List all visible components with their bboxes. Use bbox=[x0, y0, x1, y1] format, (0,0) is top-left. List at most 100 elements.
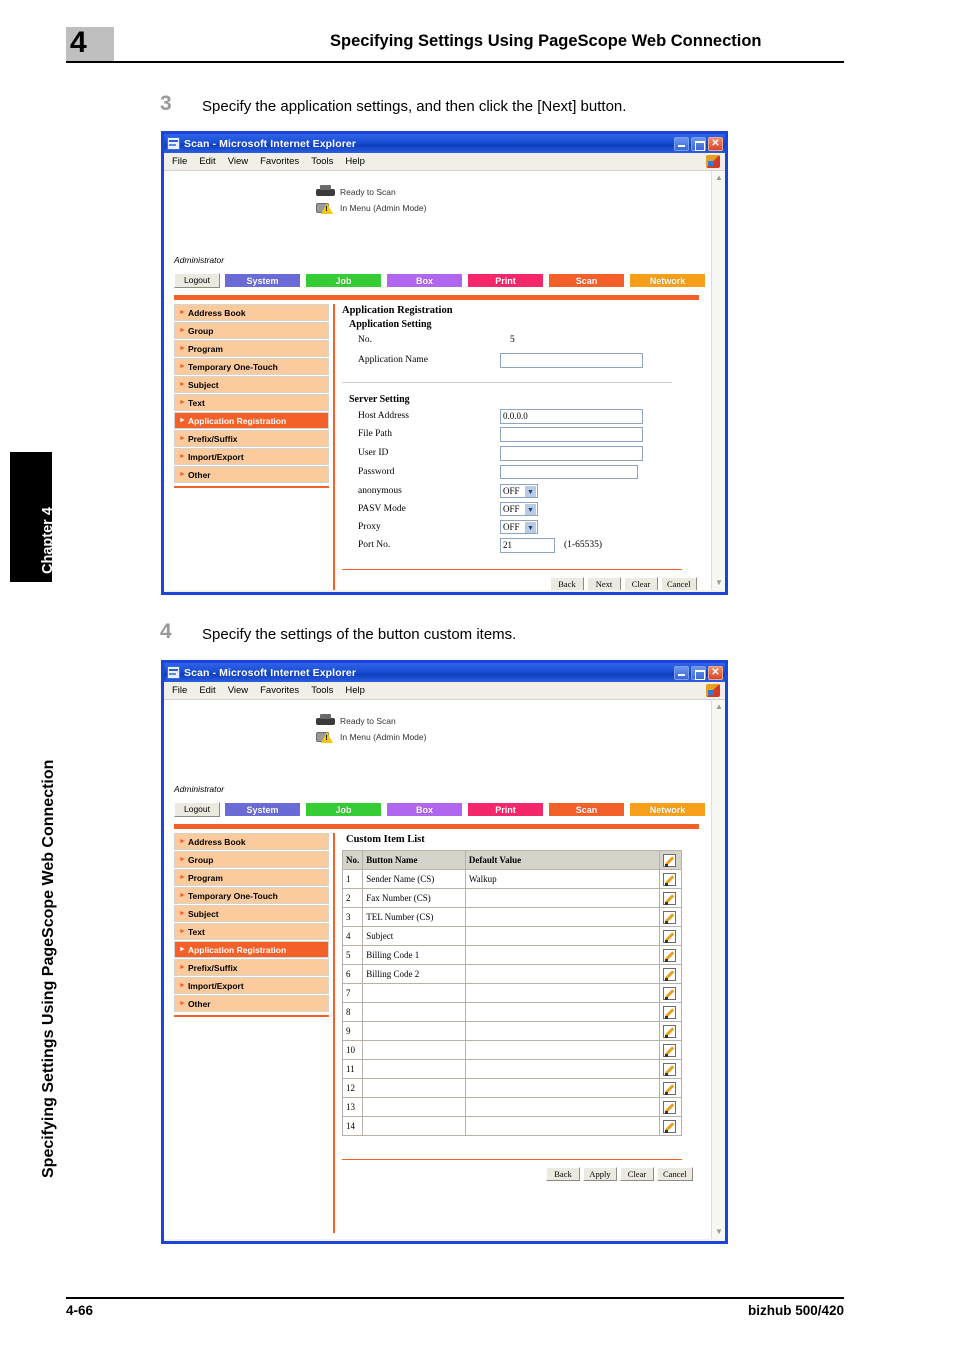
host-address-input[interactable]: 0.0.0.0 bbox=[500, 409, 643, 424]
chevron-down-icon[interactable]: ▼ bbox=[525, 522, 536, 533]
sidebar-item-temporary-one-touch[interactable]: ► Temporary One-Touch bbox=[174, 887, 329, 904]
pencil-icon[interactable] bbox=[663, 1062, 677, 1076]
tab-box[interactable]: Box bbox=[386, 273, 463, 288]
sidebar-item-application-registration[interactable]: ► Application Registration bbox=[174, 941, 329, 958]
sidebar-item-subject[interactable]: ► Subject bbox=[174, 905, 329, 922]
tab-job[interactable]: Job bbox=[305, 273, 382, 288]
menu-favorites[interactable]: Favorites bbox=[260, 156, 299, 167]
cell-edit[interactable] bbox=[659, 907, 682, 927]
minimize-button[interactable] bbox=[674, 136, 689, 151]
maximize-button[interactable] bbox=[691, 136, 706, 151]
sidebar-item-prefix-suffix[interactable]: ► Prefix/Suffix bbox=[174, 959, 329, 976]
chevron-down-icon[interactable]: ▼ bbox=[525, 504, 536, 515]
sidebar-item-group[interactable]: ► Group bbox=[174, 322, 329, 339]
tab-scan[interactable]: Scan bbox=[548, 802, 625, 817]
port-no-input[interactable]: 21 bbox=[500, 538, 555, 553]
menu-help[interactable]: Help bbox=[345, 156, 365, 167]
tab-network[interactable]: Network bbox=[629, 802, 706, 817]
back-button[interactable]: Back bbox=[550, 577, 584, 590]
pencil-icon[interactable] bbox=[663, 967, 677, 981]
back-button[interactable]: Back bbox=[546, 1167, 580, 1181]
maximize-button[interactable] bbox=[691, 665, 706, 680]
menu-help[interactable]: Help bbox=[345, 685, 365, 696]
menu-tools[interactable]: Tools bbox=[311, 685, 333, 696]
password-input[interactable] bbox=[500, 465, 638, 479]
sidebar-item-address-book[interactable]: ► Address Book bbox=[174, 833, 329, 850]
cell-edit[interactable] bbox=[659, 945, 682, 965]
tab-system[interactable]: System bbox=[224, 273, 301, 288]
sidebar-item-other[interactable]: ► Other bbox=[174, 466, 329, 483]
vertical-scrollbar[interactable]: ▲ ▼ bbox=[711, 700, 725, 1239]
menu-view[interactable]: View bbox=[228, 156, 248, 167]
user-id-input[interactable] bbox=[500, 446, 643, 461]
chevron-down-icon[interactable]: ▼ bbox=[525, 486, 536, 497]
window-titlebar[interactable]: Scan - Microsoft Internet Explorer ✕ bbox=[164, 134, 725, 153]
pencil-icon[interactable] bbox=[663, 1043, 677, 1057]
pencil-icon[interactable] bbox=[663, 1100, 677, 1114]
sidebar-item-prefix-suffix[interactable]: ► Prefix/Suffix bbox=[174, 430, 329, 447]
left-menu[interactable]: ► Address Book ► Group ► Program ► Temporary… bbox=[174, 833, 329, 1017]
cell-edit[interactable] bbox=[659, 1078, 682, 1098]
vertical-scrollbar[interactable]: ▲ ▼ bbox=[711, 171, 725, 590]
cell-edit[interactable] bbox=[659, 1097, 682, 1117]
menu-bar[interactable]: File Edit View Favorites Tools Help bbox=[164, 682, 725, 700]
menu-view[interactable]: View bbox=[228, 685, 248, 696]
form-buttons[interactable]: Back Apply Clear Cancel bbox=[546, 1167, 693, 1181]
tab-job[interactable]: Job bbox=[305, 802, 382, 817]
cell-edit[interactable] bbox=[659, 1059, 682, 1079]
pencil-icon[interactable] bbox=[663, 872, 677, 886]
cell-edit[interactable] bbox=[659, 869, 682, 889]
pencil-icon[interactable] bbox=[663, 948, 677, 962]
cell-edit[interactable] bbox=[659, 926, 682, 946]
pencil-icon[interactable] bbox=[663, 986, 677, 1000]
pasv-mode-select[interactable]: OFF ▼ bbox=[500, 502, 538, 516]
browser-window-application-registration[interactable]: Scan - Microsoft Internet Explorer ✕ Fil… bbox=[161, 131, 728, 595]
scroll-up-icon[interactable]: ▲ bbox=[713, 172, 725, 184]
proxy-select[interactable]: OFF ▼ bbox=[500, 520, 538, 534]
cell-edit[interactable] bbox=[659, 983, 682, 1003]
cancel-button[interactable]: Cancel bbox=[661, 577, 697, 590]
sidebar-item-import-export[interactable]: ► Import/Export bbox=[174, 977, 329, 994]
menu-tools[interactable]: Tools bbox=[311, 156, 333, 167]
menu-edit[interactable]: Edit bbox=[199, 156, 215, 167]
tab-network[interactable]: Network bbox=[629, 273, 706, 288]
sidebar-item-group[interactable]: ► Group bbox=[174, 851, 329, 868]
apply-button[interactable]: Apply bbox=[583, 1167, 617, 1181]
pencil-icon[interactable] bbox=[663, 1024, 677, 1038]
menu-favorites[interactable]: Favorites bbox=[260, 685, 299, 696]
pencil-icon[interactable] bbox=[663, 891, 677, 905]
minimize-button[interactable] bbox=[674, 665, 689, 680]
cell-edit[interactable] bbox=[659, 1040, 682, 1060]
sidebar-item-program[interactable]: ► Program bbox=[174, 340, 329, 357]
window-titlebar[interactable]: Scan - Microsoft Internet Explorer ✕ bbox=[164, 663, 725, 682]
cell-edit[interactable] bbox=[659, 1116, 682, 1136]
menu-file[interactable]: File bbox=[172, 156, 187, 167]
pencil-icon[interactable] bbox=[663, 1005, 677, 1019]
pencil-icon[interactable] bbox=[663, 1119, 677, 1133]
sidebar-item-text[interactable]: ► Text bbox=[174, 923, 329, 940]
sidebar-item-temporary-one-touch[interactable]: ► Temporary One-Touch bbox=[174, 358, 329, 375]
tab-box[interactable]: Box bbox=[386, 802, 463, 817]
form-buttons[interactable]: Back Next Clear Cancel bbox=[550, 577, 697, 590]
sidebar-item-application-registration[interactable]: ► Application Registration bbox=[174, 412, 329, 429]
sidebar-item-subject[interactable]: ► Subject bbox=[174, 376, 329, 393]
sidebar-item-program[interactable]: ► Program bbox=[174, 869, 329, 886]
window-controls[interactable]: ✕ bbox=[674, 136, 723, 151]
cell-edit[interactable] bbox=[659, 1002, 682, 1022]
application-name-input[interactable] bbox=[500, 353, 643, 368]
cell-edit[interactable] bbox=[659, 964, 682, 984]
window-controls[interactable]: ✕ bbox=[674, 665, 723, 680]
pencil-icon[interactable] bbox=[663, 929, 677, 943]
tab-print[interactable]: Print bbox=[467, 273, 544, 288]
logout-button[interactable]: Logout bbox=[174, 802, 220, 817]
cell-edit[interactable] bbox=[659, 1021, 682, 1041]
nav-bar[interactable]: Logout System Job Box Print Scan Network bbox=[174, 802, 706, 817]
pencil-icon[interactable] bbox=[663, 910, 677, 924]
next-button[interactable]: Next bbox=[587, 577, 621, 590]
tab-print[interactable]: Print bbox=[467, 802, 544, 817]
logout-button[interactable]: Logout bbox=[174, 273, 220, 288]
cell-edit[interactable] bbox=[659, 888, 682, 908]
left-menu[interactable]: ► Address Book ► Group ► Program ► Temporary… bbox=[174, 304, 329, 488]
menu-bar[interactable]: File Edit View Favorites Tools Help bbox=[164, 153, 725, 171]
menu-edit[interactable]: Edit bbox=[199, 685, 215, 696]
